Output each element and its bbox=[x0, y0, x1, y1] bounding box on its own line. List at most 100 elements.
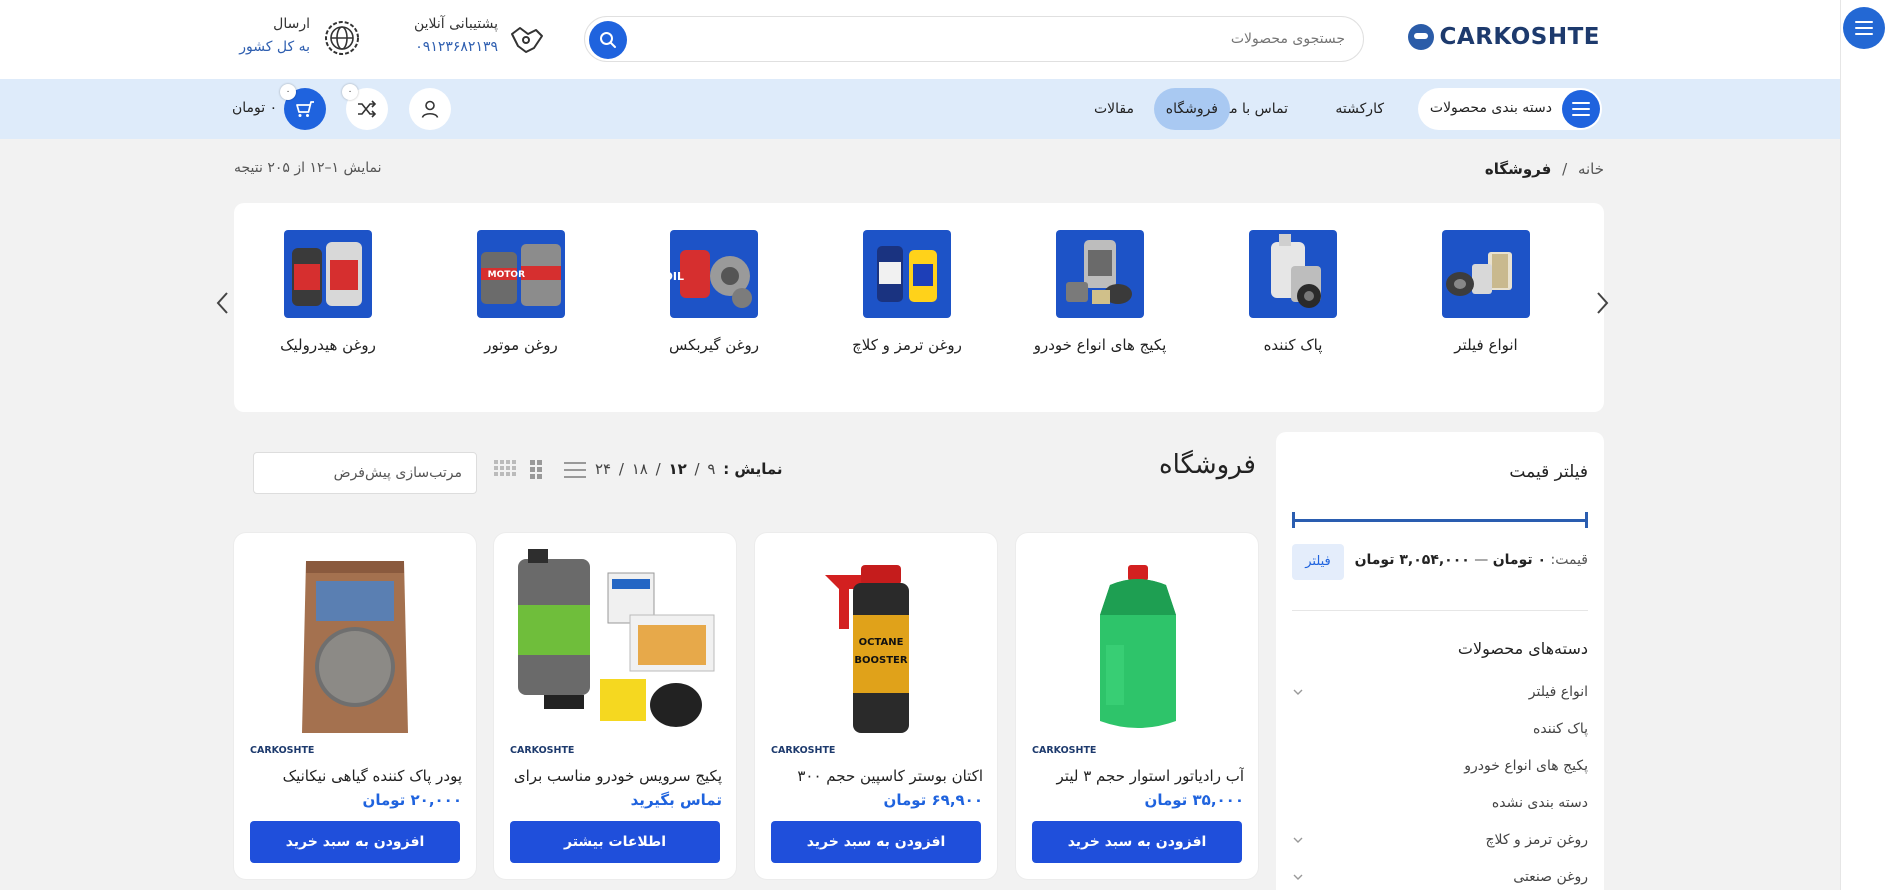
service-package bbox=[518, 549, 715, 727]
category-tile-motor-oil[interactable]: MOTOR روغن موتور bbox=[431, 230, 611, 354]
svg-text:OIL: OIL bbox=[670, 270, 684, 283]
categories-menu-label: دسته بندی محصولات bbox=[1429, 100, 1552, 116]
cart-total: ۰ تومان bbox=[232, 100, 278, 116]
price-range-label: قیمت: ۰ تومان — ۳,۰۵۴,۰۰۰ تومان bbox=[1355, 552, 1588, 568]
price-slider-max-handle[interactable] bbox=[1585, 512, 1588, 528]
cart-button[interactable]: ۰ bbox=[280, 84, 326, 130]
product-brand: CARKOSHTE bbox=[771, 745, 836, 756]
chevron-down-icon[interactable] bbox=[1292, 871, 1304, 883]
category-carousel: انواع فیلتر پاک کننده پکیج های انواع خود… bbox=[234, 203, 1604, 412]
category-tile-brake-oil[interactable]: روغن ترمز و کلاچ bbox=[817, 230, 997, 354]
side-menu-button[interactable] bbox=[1843, 7, 1885, 49]
filter-sidebar: فیلتر قیمت قیمت: ۰ تومان — ۳,۰۵۴,۰۰۰ توم… bbox=[1276, 432, 1604, 890]
sidebar-divider bbox=[1292, 610, 1588, 611]
support-title: پشتیبانی آنلاین bbox=[413, 16, 498, 32]
sidebar-category-cleaner[interactable]: پاک کننده bbox=[1533, 721, 1588, 737]
product-categories-title: دسته‌های محصولات bbox=[1457, 639, 1588, 658]
product-price: تماس بگیرید bbox=[630, 791, 722, 809]
menu-icon bbox=[1855, 21, 1873, 35]
grid-4-icon[interactable] bbox=[494, 460, 516, 476]
product-card[interactable]: CARKOSHTE پکیج سرویس خودرو مناسب برای تم… bbox=[494, 533, 736, 879]
brake-oil-image bbox=[863, 230, 951, 318]
breadcrumb: خانه / فروشگاه bbox=[1485, 160, 1604, 178]
compare-button[interactable]: ۰ bbox=[342, 84, 388, 130]
list-view-icon[interactable] bbox=[564, 462, 586, 478]
globe-icon bbox=[325, 21, 359, 55]
breadcrumb-home[interactable]: خانه bbox=[1578, 160, 1604, 178]
category-tile-cleaner[interactable]: پاک کننده bbox=[1203, 230, 1383, 354]
carousel-next-arrow-icon[interactable] bbox=[1592, 290, 1612, 316]
search-input[interactable] bbox=[685, 26, 1345, 52]
shipping-subtitle: به کل کشور bbox=[239, 39, 310, 55]
grid-3-icon[interactable] bbox=[530, 460, 542, 479]
sidebar-category-industrial-oil[interactable]: روغن صنعتی bbox=[1513, 869, 1588, 885]
more-info-button[interactable]: اطلاعات بیشتر bbox=[510, 821, 720, 863]
price-max: ۳,۰۵۴,۰۰۰ تومان bbox=[1354, 552, 1470, 568]
add-to-cart-button[interactable]: افزودن به سبد خرید bbox=[1032, 821, 1242, 863]
cleaner-image bbox=[1249, 230, 1337, 318]
per-page-option-24[interactable]: ۲۴ bbox=[595, 460, 611, 478]
per-page-option-12[interactable]: ۱۲ bbox=[668, 460, 686, 478]
category-tile-packages[interactable]: پکیج های انواع خودرو bbox=[1010, 230, 1190, 354]
add-to-cart-button[interactable]: افزودن به سبد خرید bbox=[771, 821, 981, 863]
price-prefix: قیمت: bbox=[1550, 552, 1588, 568]
add-to-cart-button[interactable]: افزودن به سبد خرید bbox=[250, 821, 460, 863]
shipping-title: ارسال bbox=[273, 16, 310, 32]
per-page-option-18[interactable]: ۱۸ bbox=[632, 460, 648, 478]
chevron-down-icon[interactable] bbox=[1292, 686, 1304, 698]
top-header: CARKOSHTE پشتیبانی آنلاین ۰۹۱۲۳۶۸۲۱۳۹ ار… bbox=[0, 0, 1840, 79]
online-support[interactable]: پشتیبانی آنلاین ۰۹۱۲۳۶۸۲۱۳۹ bbox=[398, 12, 546, 66]
product-card[interactable]: CARKOSHTE آب رادیاتور استوار حجم ۳ لیتر … bbox=[1016, 533, 1258, 879]
nav-item-shop[interactable]: فروشگاه bbox=[1153, 88, 1230, 130]
category-tile-filters[interactable]: انواع فیلتر bbox=[1396, 230, 1576, 354]
filter-button[interactable]: فیلتر bbox=[1292, 544, 1344, 580]
categories-menu-button[interactable]: دسته بندی محصولات bbox=[1418, 88, 1602, 130]
product-name[interactable]: پکیج سرویس خودرو مناسب برای bbox=[508, 767, 722, 785]
per-page-option-9[interactable]: ۹ bbox=[707, 460, 715, 478]
logo-icon bbox=[1407, 24, 1434, 50]
sidebar-category-uncategorized[interactable]: دسته بندی نشده bbox=[1492, 795, 1588, 811]
svg-text:MOTOR: MOTOR bbox=[488, 270, 525, 280]
price-dash: — bbox=[1474, 552, 1489, 568]
product-name[interactable]: اکتان بوستر کاسپین حجم ۳۰۰ bbox=[769, 767, 983, 785]
search-bar bbox=[584, 16, 1364, 62]
product-name[interactable]: پودر پاک کننده گیاهی نیکانیک bbox=[248, 767, 462, 785]
nav-item-karkoshte[interactable]: کارکشته bbox=[1323, 88, 1396, 130]
motor-oil-image: MOTOR bbox=[477, 230, 565, 318]
filters-image bbox=[1442, 230, 1530, 318]
category-label: روغن موتور bbox=[484, 336, 558, 354]
cleaner-powder-bag bbox=[302, 561, 408, 733]
user-icon bbox=[421, 100, 439, 118]
product-card[interactable]: CARKOSHTE پودر پاک کننده گیاهی نیکانیک ۲… bbox=[234, 533, 476, 879]
product-brand: CARKOSHTE bbox=[510, 745, 575, 756]
price-filter-title: فیلتر قیمت bbox=[1509, 462, 1588, 482]
shop-title: فروشگاه bbox=[1158, 450, 1256, 480]
price-slider-min-handle[interactable] bbox=[1292, 512, 1295, 528]
shipping-info: ارسال به کل کشور bbox=[232, 12, 362, 66]
octane-booster-can: OCTANE BOOSTER bbox=[825, 565, 909, 733]
sort-dropdown[interactable]: مرتب‌سازی پیش‌فرض bbox=[253, 452, 477, 494]
site-logo[interactable]: CARKOSHTE bbox=[1407, 24, 1600, 50]
per-page-label: نمایش : bbox=[723, 460, 783, 478]
product-name[interactable]: آب رادیاتور استوار حجم ۳ لیتر bbox=[1030, 767, 1244, 785]
sidebar-category-filters[interactable]: انواع فیلتر bbox=[1529, 684, 1588, 700]
category-tile-hydraulic-oil[interactable]: روغن هیدرولیک bbox=[238, 230, 418, 354]
nav-item-articles[interactable]: مقالات bbox=[1082, 88, 1146, 130]
breadcrumb-separator: / bbox=[1562, 160, 1568, 178]
svg-text:OCTANE: OCTANE bbox=[859, 637, 904, 648]
main-navbar: دسته بندی محصولات کارکشته تماس با ما فرو… bbox=[0, 79, 1840, 139]
account-button[interactable] bbox=[409, 88, 451, 130]
sidebar-category-brake-oil[interactable]: روغن ترمز و کلاچ bbox=[1485, 832, 1588, 848]
sidebar-category-packages[interactable]: پکیج های انواع خودرو bbox=[1464, 758, 1588, 774]
product-card[interactable]: OCTANE BOOSTER CARKOSHTE اکتان بوستر کاس… bbox=[755, 533, 997, 879]
product-price: ۳۵,۰۰۰ تومان bbox=[1144, 791, 1244, 809]
search-button[interactable] bbox=[589, 21, 627, 59]
breadcrumb-current: فروشگاه bbox=[1484, 160, 1552, 178]
radiator-water-bottle bbox=[1100, 565, 1176, 728]
per-page-selector: نمایش : ۹ / ۱۲ / ۱۸ / ۲۴ bbox=[595, 460, 783, 478]
price-range-slider[interactable] bbox=[1292, 512, 1588, 528]
chevron-down-icon[interactable] bbox=[1292, 834, 1304, 846]
category-tile-gearbox-oil[interactable]: OIL روغن گیربکس bbox=[624, 230, 804, 354]
carousel-prev-arrow-icon[interactable] bbox=[213, 290, 233, 316]
support-phone[interactable]: ۰۹۱۲۳۶۸۲۱۳۹ bbox=[415, 39, 498, 55]
